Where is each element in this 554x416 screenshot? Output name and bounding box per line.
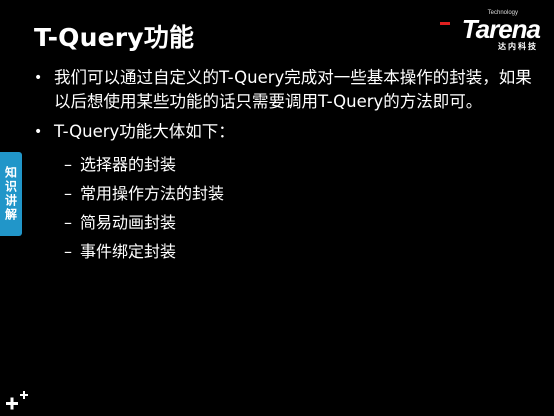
side-tab-knowledge: 知识讲解 xyxy=(0,152,22,236)
bullet-item: T-Query功能大体如下： xyxy=(34,120,534,144)
slide-title: T-Query功能 xyxy=(34,23,195,52)
logo-cn-text: 达内科技 xyxy=(498,42,538,51)
sub-list: 选择器的封装 常用操作方法的封装 简易动画封装 事件绑定封装 xyxy=(34,150,534,266)
logo-accent-bar xyxy=(440,22,450,25)
plus-icon xyxy=(6,391,28,410)
slide: T-Query功能 Technology Tarena 达内科技 知识讲解 我们… xyxy=(0,0,554,416)
sub-item: 选择器的封装 xyxy=(64,150,534,179)
tarena-logo: Technology Tarena 达内科技 xyxy=(436,10,546,52)
bullet-item: 我们可以通过自定义的T-Query完成对一些基本操作的封装，如果以后想使用某些功… xyxy=(34,66,534,114)
side-tab-label: 知识讲解 xyxy=(3,166,18,222)
slide-content: 我们可以通过自定义的T-Query完成对一些基本操作的封装，如果以后想使用某些功… xyxy=(34,66,534,266)
sub-item: 事件绑定封装 xyxy=(64,237,534,266)
sub-item: 常用操作方法的封装 xyxy=(64,179,534,208)
sub-item: 简易动画封装 xyxy=(64,208,534,237)
